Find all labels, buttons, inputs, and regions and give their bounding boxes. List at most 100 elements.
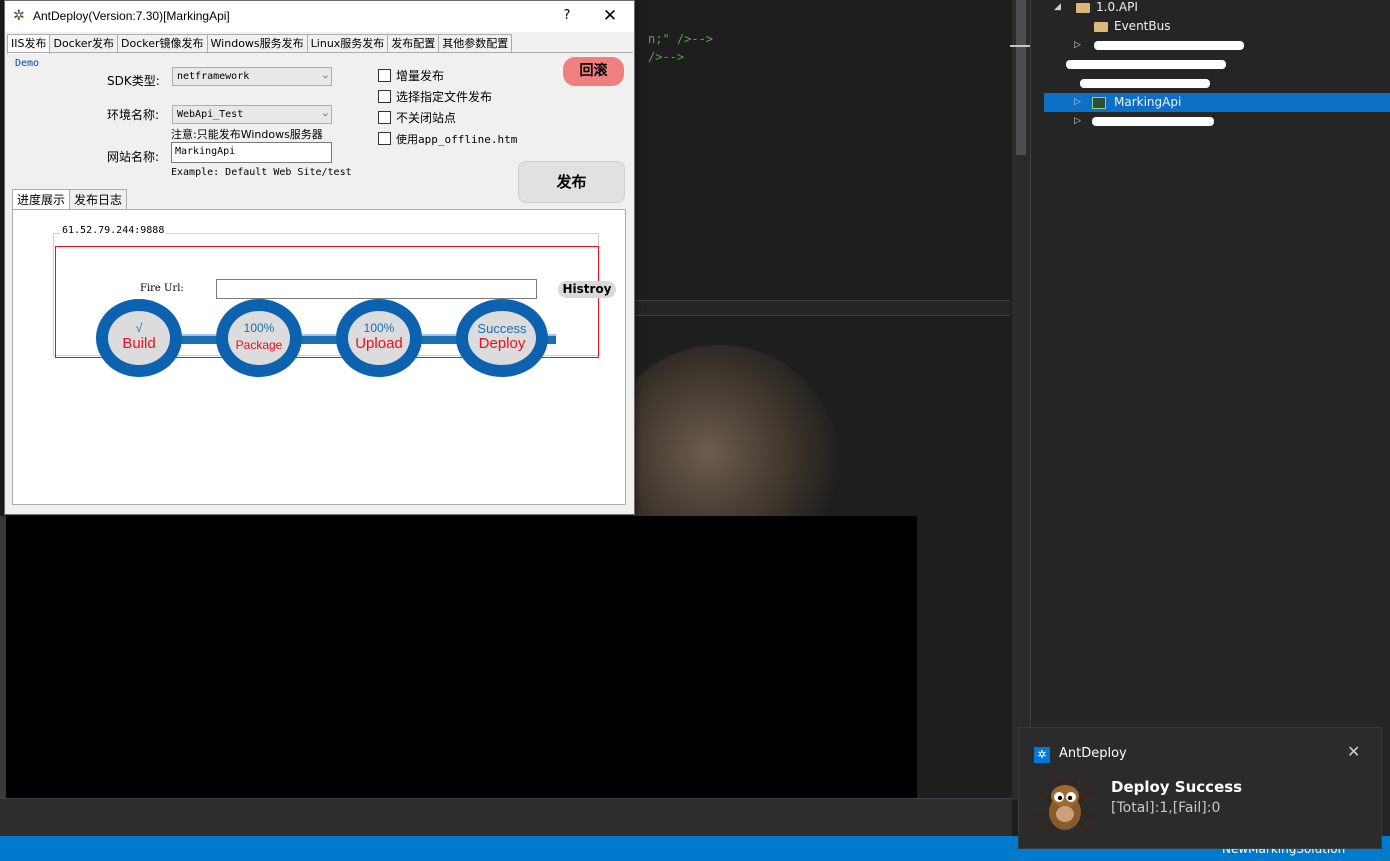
checkbox-label: 不关闭站点: [396, 111, 457, 125]
rollback-button[interactable]: 回滚: [563, 57, 624, 86]
checkbox-label: 选择指定文件发布: [396, 90, 493, 104]
checkbox[interactable]: [378, 132, 391, 145]
fire-url-input[interactable]: [216, 279, 537, 299]
redaction-mark: [1092, 117, 1214, 126]
server-address: 61.52.79.244:9888: [60, 225, 167, 236]
help-button[interactable]: ?: [552, 5, 582, 27]
expanded-arrow-icon[interactable]: ◢: [1054, 0, 1061, 17]
stage-deploy: Success Deploy: [456, 299, 548, 377]
solution-explorer: ◢ 1.0.API EventBus ▷ ▷ MarkingApi ▷: [1044, 0, 1390, 836]
editor-horizontal-scrollbar[interactable]: [0, 798, 1012, 836]
stage-upload: 100% Upload: [336, 299, 422, 377]
scrollbar-thumb[interactable]: [1016, 0, 1026, 155]
toast-app-name: AntDeploy: [1059, 746, 1127, 761]
toast-title: Deploy Success: [1111, 778, 1243, 796]
sdk-select[interactable]: netframework ⌵: [172, 67, 332, 86]
site-example: Example: Default Web Site/test: [171, 167, 352, 178]
stage-label: Package: [235, 338, 283, 352]
editor-splitter[interactable]: [634, 300, 1010, 316]
app-offline-checkbox[interactable]: 使用app_offline.htm: [378, 131, 517, 147]
console-panel: [6, 516, 917, 798]
chevron-down-icon: ⌵: [322, 109, 328, 119]
toast-message: [Total]:1,[Fail]:0: [1111, 800, 1221, 816]
checkbox-label: 增量发布: [396, 69, 445, 83]
folder-icon: [1094, 22, 1108, 32]
app-ant-icon: ✲: [1034, 747, 1050, 763]
publish-button[interactable]: 发布: [518, 161, 625, 203]
checkbox-label: 使用app_offline.htm: [396, 133, 518, 146]
site-name-input[interactable]: MarkingApi: [171, 142, 332, 163]
stage-status: √: [135, 321, 143, 335]
tab-docker-image[interactable]: Docker镜像发布: [117, 34, 208, 53]
tab-publish-config[interactable]: 发布配置: [387, 34, 440, 53]
solution-item-redacted[interactable]: [1044, 74, 1390, 93]
progress-tabs: 进度展示 发布日志: [12, 189, 128, 210]
sdk-value: netframework: [177, 71, 250, 82]
stage-status: Success: [477, 321, 527, 336]
collapsed-arrow-icon[interactable]: ▷: [1074, 36, 1081, 55]
web-project-icon: [1092, 97, 1106, 109]
keep-site-running-checkbox[interactable]: 不关闭站点: [378, 109, 456, 126]
toast-close-icon[interactable]: ✕: [1347, 742, 1360, 761]
solution-item-redacted[interactable]: [1044, 55, 1390, 74]
toast-notification[interactable]: ✲ AntDeploy ✕ Deploy Success [Total]:1,[…: [1018, 727, 1382, 849]
checkbox[interactable]: [378, 111, 391, 124]
site-label: 网站名称:: [107, 150, 160, 164]
checkbox[interactable]: [378, 69, 391, 82]
close-button[interactable]: ✕: [595, 5, 625, 27]
progress-panel: 61.52.79.244:9888 Fire Url: Histroy √ Bu…: [12, 209, 626, 505]
stage-label: Deploy: [478, 335, 526, 352]
solution-folder-api[interactable]: ◢ 1.0.API: [1044, 0, 1390, 17]
background-artwork: [634, 316, 1010, 516]
antdeploy-dialog: ✲ AntDeploy(Version:7.30)[MarkingApi] ? …: [4, 0, 635, 515]
demo-link[interactable]: Demo: [15, 58, 39, 69]
sdk-label: SDK类型:: [107, 74, 160, 88]
redaction-mark: [1094, 41, 1244, 50]
env-label: 环境名称:: [107, 108, 160, 122]
tab-other-params[interactable]: 其他参数配置: [438, 34, 513, 53]
stage-status: 100%: [363, 321, 395, 335]
tab-linux-service[interactable]: Linux服务发布: [306, 34, 389, 53]
solution-item-redacted[interactable]: ▷: [1044, 36, 1390, 55]
redaction-mark: [1066, 60, 1226, 69]
stage-package: 100% Package: [216, 299, 302, 377]
solution-folder-eventbus[interactable]: EventBus: [1044, 17, 1390, 36]
fire-url-label: Fire Url:: [140, 283, 184, 294]
tab-windows-service[interactable]: Windows服务发布: [206, 34, 308, 53]
code-fragment: />-->: [648, 50, 685, 64]
collapsed-arrow-icon[interactable]: ▷: [1074, 93, 1081, 112]
sol-item-label: 1.0.API: [1096, 0, 1138, 14]
stage-build: √ Build: [96, 299, 182, 377]
main-tabs: IIS发布 Docker发布 Docker镜像发布 Windows服务发布 Li…: [7, 34, 513, 54]
ant-mascot-icon: [1035, 774, 1095, 832]
tab-publish-log[interactable]: 发布日志: [69, 189, 128, 209]
editor-vertical-scrollbar[interactable]: [1012, 0, 1030, 800]
sol-item-label: EventBus: [1114, 19, 1171, 33]
sol-item-label: MarkingApi: [1114, 95, 1182, 109]
ant-logo-icon: ✲: [13, 8, 25, 24]
history-button[interactable]: Histroy: [558, 281, 616, 298]
env-select[interactable]: WebApi_Test ⌵: [172, 105, 332, 124]
title-bar[interactable]: ✲ AntDeploy(Version:7.30)[MarkingApi] ? …: [5, 1, 634, 32]
tab-progress[interactable]: 进度展示: [12, 189, 71, 210]
incremental-publish-checkbox[interactable]: 增量发布: [378, 67, 444, 84]
collapsed-arrow-icon[interactable]: ▷: [1074, 112, 1081, 131]
tab-iis[interactable]: IIS发布: [7, 34, 51, 54]
solution-project-markingapi[interactable]: ▷ MarkingApi: [1044, 93, 1390, 112]
folder-icon: [1076, 3, 1090, 13]
server-progress-frame: Fire Url: Histroy √ Build 100% Package 1…: [55, 246, 616, 377]
select-files-checkbox[interactable]: 选择指定文件发布: [378, 88, 492, 105]
scroll-marker: [1010, 45, 1030, 47]
env-value: WebApi_Test: [177, 109, 244, 120]
panel-divider[interactable]: [1030, 0, 1044, 800]
tab-docker[interactable]: Docker发布: [49, 34, 119, 53]
tab-divider: [7, 52, 633, 53]
stage-status: 100%: [243, 321, 275, 335]
dialog-title: AntDeploy(Version:7.30)[MarkingApi]: [33, 9, 230, 23]
checkbox[interactable]: [378, 90, 391, 103]
redaction-mark: [1080, 79, 1210, 88]
solution-item-redacted[interactable]: ▷: [1044, 112, 1390, 131]
chevron-down-icon: ⌵: [322, 71, 328, 81]
windows-only-note: 注意:只能发布Windows服务器: [171, 128, 323, 141]
stage-label: Upload: [355, 335, 403, 352]
